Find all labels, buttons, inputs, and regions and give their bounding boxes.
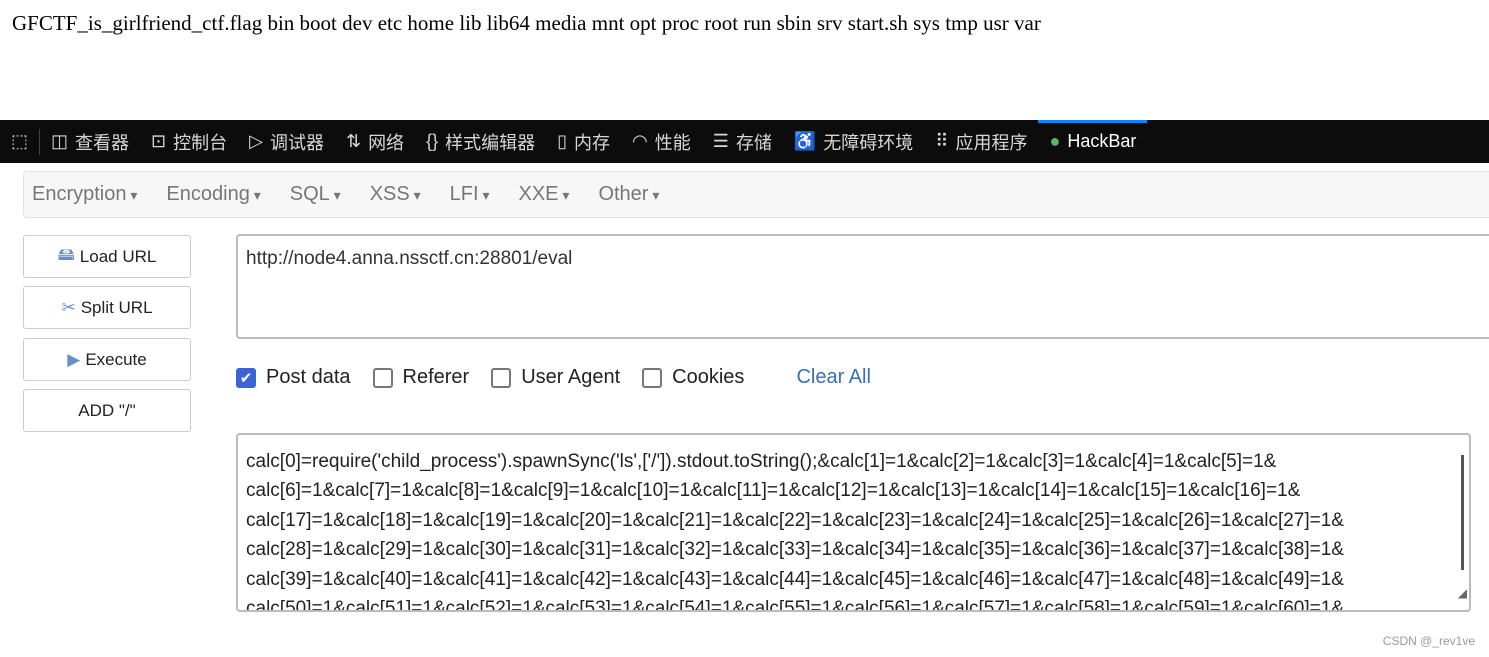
inspector-icon: ◫ — [51, 131, 69, 151]
option-label: Cookies — [672, 366, 745, 388]
devtools-toolbar: ⬚ ◫ 查看器 ⊡ 控制台 ▷ 调试器 ⇅ 网络 {} 样式编辑器 ▯ 内存 ◠ 性能 ☰ 存储 ♿ 无障碍环境 ⠿… — [0, 120, 1489, 163]
options-row: ✔ Post data Referer User Agent Cookies Clear… — [236, 366, 871, 389]
tab-label: HackBar — [1067, 131, 1137, 151]
button-label: ADD "/" — [78, 400, 136, 420]
tab-label: 无障碍环境 — [823, 132, 914, 153]
add-button[interactable]: ADD "/" — [23, 389, 191, 432]
url-input[interactable]: http://node4.anna.nssctf.cn:28801/eval — [236, 234, 1489, 339]
storage-icon: ☰ — [712, 131, 729, 151]
tab-application[interactable]: ⠿ 应用程序 — [924, 120, 1038, 163]
tab-network[interactable]: ⇅ 网络 — [335, 120, 415, 163]
tab-label: 样式编辑器 — [445, 132, 536, 153]
performance-icon: ◠ — [632, 131, 648, 151]
option-label: Post data — [266, 366, 351, 388]
accessibility-icon: ♿ — [793, 131, 817, 151]
tab-label: 控制台 — [173, 132, 228, 153]
button-icon: ▶ — [67, 349, 81, 369]
tab-memory[interactable]: ▯ 内存 — [546, 120, 621, 163]
post-data-line: calc[50]=1&calc[51]=1&calc[52]=1&calc[53… — [246, 598, 1344, 612]
application-icon: ⠿ — [935, 131, 949, 151]
split-url-button[interactable]: ✂ Split URL — [23, 286, 191, 329]
option-post-data[interactable]: ✔ Post data — [236, 366, 351, 389]
button-label: Execute — [85, 349, 147, 369]
menu-encoding[interactable]: Encoding — [166, 183, 260, 206]
tab-label: 应用程序 — [955, 132, 1028, 153]
post-data-line: calc[39]=1&calc[40]=1&calc[41]=1&calc[42… — [246, 568, 1344, 590]
tab-console[interactable]: ⊡ 控制台 — [140, 120, 238, 163]
checkbox[interactable]: ✔ — [236, 367, 256, 388]
menu-other[interactable]: Other — [598, 183, 659, 206]
element-picker-button[interactable]: ⬚ — [0, 120, 39, 163]
hackbar-menu: Encryption Encoding SQL XSS LFI XXE Other — [23, 171, 1489, 218]
tab-storage[interactable]: ☰ 存储 — [702, 120, 783, 163]
tab-label: 存储 — [735, 132, 772, 153]
menu-xxe[interactable]: XXE — [518, 183, 569, 206]
picker-icon: ⬚ — [11, 131, 29, 151]
watermark: CSDN @_rev1ve — [1382, 634, 1475, 648]
tab-inspector[interactable]: ◫ 查看器 — [40, 120, 140, 163]
network-icon: ⇅ — [345, 131, 362, 151]
post-data-textarea[interactable]: calc[0]=require('child_process').spawnSy… — [236, 433, 1471, 612]
load-url-button[interactable]: 🖴 Load URL — [23, 235, 191, 278]
resize-handle[interactable]: ◢ — [1458, 579, 1467, 608]
checkbox[interactable] — [372, 367, 393, 388]
menu-encryption[interactable]: Encryption — [32, 183, 137, 206]
tab-label: 查看器 — [75, 132, 130, 153]
post-data-line: calc[28]=1&calc[29]=1&calc[30]=1&calc[31… — [246, 539, 1344, 561]
option-label: User Agent — [521, 366, 621, 388]
tab-style-editor[interactable]: {} 样式编辑器 — [415, 120, 546, 163]
tab-label: 性能 — [654, 132, 691, 153]
tab-label: 网络 — [368, 132, 405, 153]
post-data-line: calc[0]=require('child_process').spawnSy… — [246, 451, 1277, 472]
checkbox[interactable] — [491, 367, 512, 388]
tab-label: 调试器 — [269, 132, 324, 153]
execute-button[interactable]: ▶ Execute — [23, 338, 191, 381]
button-label: Load URL — [79, 246, 157, 266]
button-label: Split URL — [80, 297, 153, 317]
menu-lfi[interactable]: LFI — [450, 183, 490, 206]
button-icon: ✂ — [61, 297, 76, 317]
tab-accessibility[interactable]: ♿ 无障碍环境 — [783, 120, 924, 163]
clear-all-link[interactable]: Clear All — [796, 366, 870, 389]
console-icon: ⊡ — [151, 131, 167, 151]
post-data-line: calc[17]=1&calc[18]=1&calc[19]=1&calc[20… — [246, 509, 1344, 531]
checkbox[interactable] — [642, 367, 663, 388]
tab-performance[interactable]: ◠ 性能 — [621, 120, 702, 163]
option-user-agent[interactable]: User Agent — [491, 366, 620, 389]
memory-icon: ▯ — [557, 131, 567, 151]
option-referer[interactable]: Referer — [372, 366, 470, 389]
button-icon: 🖴 — [57, 245, 75, 264]
menu-xss[interactable]: XSS — [370, 183, 421, 206]
option-label: Referer — [402, 366, 470, 388]
hackbar-icon: ● — [1049, 131, 1061, 151]
page-output: GFCTF_is_girlfriend_ctf.flag bin boot de… — [12, 11, 1041, 35]
post-data-line: calc[6]=1&calc[7]=1&calc[8]=1&calc[9]=1&… — [246, 480, 1301, 502]
tab-debugger[interactable]: ▷ 调试器 — [238, 120, 335, 163]
tab-label: 内存 — [574, 132, 610, 153]
debugger-icon: ▷ — [249, 131, 263, 151]
option-cookies[interactable]: Cookies — [642, 366, 744, 389]
style-editor-icon: {} — [426, 131, 439, 151]
menu-sql[interactable]: SQL — [290, 183, 341, 206]
tab-hackbar[interactable]: ● HackBar — [1038, 120, 1148, 163]
scrollbar[interactable] — [1461, 455, 1464, 570]
